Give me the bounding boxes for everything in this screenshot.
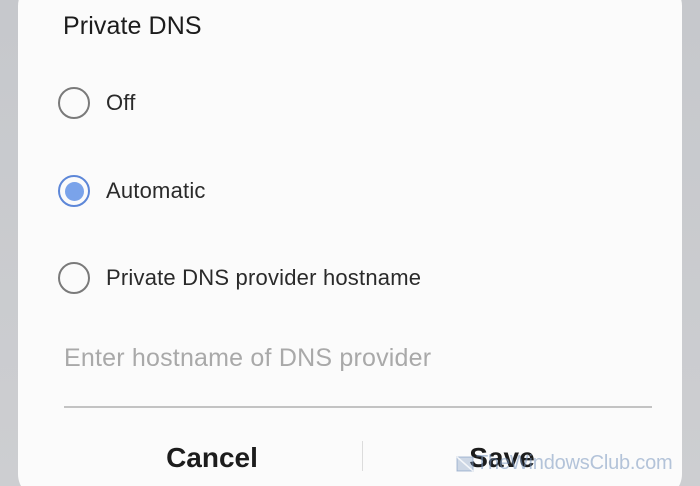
option-provider-hostname-label: Private DNS provider hostname (106, 265, 422, 290)
private-dns-dialog (18, 0, 682, 486)
hostname-input[interactable] (64, 338, 652, 378)
option-provider-hostname[interactable]: Private DNS provider hostname (58, 258, 421, 298)
button-divider (362, 441, 363, 471)
watermark-logo-icon (456, 455, 474, 472)
radio-selected-dot (64, 181, 84, 201)
watermark-text: TheWindowsClub.com (476, 452, 673, 474)
option-automatic[interactable]: Automatic (58, 171, 206, 211)
watermark: TheWindowsClub.com (456, 452, 673, 475)
radio-off[interactable] (58, 87, 90, 119)
radio-provider-hostname[interactable] (58, 262, 90, 294)
radio-automatic[interactable] (58, 175, 90, 207)
cancel-button[interactable]: Cancel (62, 436, 362, 480)
backdrop-left (0, 0, 20, 486)
dialog-title: Private DNS (63, 12, 202, 40)
option-automatic-label: Automatic (106, 178, 206, 203)
backdrop-right (680, 0, 700, 486)
option-off[interactable]: Off (58, 83, 136, 123)
option-off-label: Off (106, 90, 136, 115)
hostname-input-underline (64, 406, 652, 408)
